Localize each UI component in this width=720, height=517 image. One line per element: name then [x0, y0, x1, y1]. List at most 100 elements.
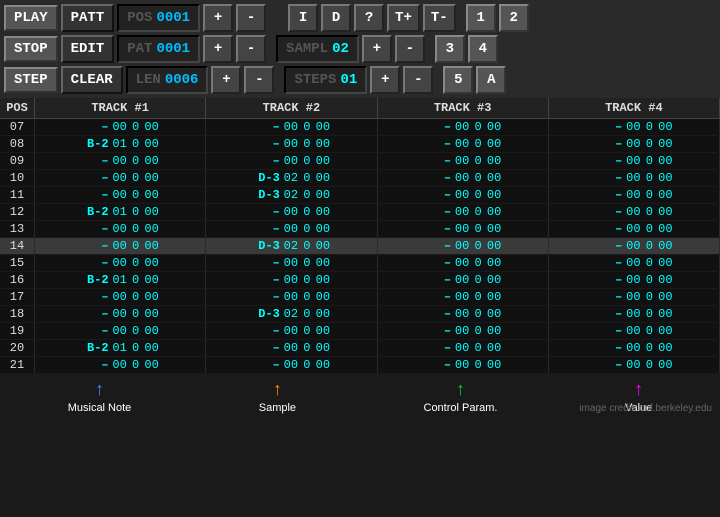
numa-button[interactable]: A	[476, 66, 506, 94]
track-cell-4[interactable]: –00000	[549, 272, 720, 288]
track-cell-2[interactable]: D-302000	[206, 306, 377, 322]
play-button[interactable]: PLAY	[4, 5, 58, 31]
track-cell-3[interactable]: –00000	[378, 187, 549, 203]
track-cell-4[interactable]: –00000	[549, 289, 720, 305]
table-row[interactable]: 12B-201000–00000–00000–00000	[0, 204, 720, 221]
track-cell-4[interactable]: –00000	[549, 255, 720, 271]
table-row[interactable]: 16B-201000–00000–00000–00000	[0, 272, 720, 289]
table-row[interactable]: 20B-201000–00000–00000–00000	[0, 340, 720, 357]
track-cell-3[interactable]: –00000	[378, 153, 549, 169]
table-row[interactable]: 14–00000D-302000–00000–00000	[0, 238, 720, 255]
track-cell-2[interactable]: –00000	[206, 289, 377, 305]
d-button[interactable]: D	[321, 4, 351, 32]
table-row[interactable]: 15–00000–00000–00000–00000	[0, 255, 720, 272]
track-cell-2[interactable]: –00000	[206, 119, 377, 135]
num1-button[interactable]: 1	[466, 4, 496, 32]
track-cell-1[interactable]: –00000	[35, 323, 206, 339]
table-row[interactable]: 08B-201000–00000–00000–00000	[0, 136, 720, 153]
track-cell-2[interactable]: –00000	[206, 255, 377, 271]
track-cell-4[interactable]: –00000	[549, 238, 720, 254]
track-cell-2[interactable]: –00000	[206, 340, 377, 356]
track-cell-3[interactable]: –00000	[378, 255, 549, 271]
pos-minus-button[interactable]: -	[236, 4, 266, 32]
track-cell-1[interactable]: –00000	[35, 221, 206, 237]
track-cell-3[interactable]: –00000	[378, 136, 549, 152]
track-cell-2[interactable]: –00000	[206, 357, 377, 373]
track-cell-3[interactable]: –00000	[378, 323, 549, 339]
track-cell-1[interactable]: –00000	[35, 153, 206, 169]
track-cell-4[interactable]: –00000	[549, 119, 720, 135]
track-cell-2[interactable]: –00000	[206, 204, 377, 220]
steps-plus-button[interactable]: +	[370, 66, 400, 94]
sampl-minus-button[interactable]: -	[395, 35, 425, 63]
track-cell-1[interactable]: –00000	[35, 255, 206, 271]
track-cell-4[interactable]: –00000	[549, 204, 720, 220]
track-cell-3[interactable]: –00000	[378, 306, 549, 322]
stop-button[interactable]: STOP	[4, 36, 58, 62]
track-cell-3[interactable]: –00000	[378, 340, 549, 356]
track-cell-3[interactable]: –00000	[378, 357, 549, 373]
track-cell-2[interactable]: D-302000	[206, 238, 377, 254]
num4-button[interactable]: 4	[468, 35, 498, 63]
table-row[interactable]: 11–00000D-302000–00000–00000	[0, 187, 720, 204]
track-cell-4[interactable]: –00000	[549, 187, 720, 203]
tminus-button[interactable]: T-	[423, 4, 456, 32]
tplus-button[interactable]: T+	[387, 4, 420, 32]
patt-button[interactable]: PATT	[61, 4, 115, 32]
sampl-plus-button[interactable]: +	[362, 35, 392, 63]
len-minus-button[interactable]: -	[244, 66, 274, 94]
step-button[interactable]: STEP	[4, 67, 58, 93]
pos-plus-button[interactable]: +	[203, 4, 233, 32]
track-cell-2[interactable]: D-302000	[206, 187, 377, 203]
track-cell-1[interactable]: –00000	[35, 289, 206, 305]
edit-button[interactable]: EDIT	[61, 35, 115, 63]
track-cell-1[interactable]: –00000	[35, 357, 206, 373]
track-cell-4[interactable]: –00000	[549, 306, 720, 322]
track-cell-4[interactable]: –00000	[549, 153, 720, 169]
track-cell-3[interactable]: –00000	[378, 119, 549, 135]
track-cell-1[interactable]: B-201000	[35, 204, 206, 220]
track-cell-1[interactable]: –00000	[35, 238, 206, 254]
track-cell-3[interactable]: –00000	[378, 272, 549, 288]
table-row[interactable]: 10–00000D-302000–00000–00000	[0, 170, 720, 187]
track-cell-4[interactable]: –00000	[549, 357, 720, 373]
track-cell-2[interactable]: –00000	[206, 323, 377, 339]
len-plus-button[interactable]: +	[211, 66, 241, 94]
table-row[interactable]: 17–00000–00000–00000–00000	[0, 289, 720, 306]
track-cell-1[interactable]: B-201000	[35, 340, 206, 356]
clear-button[interactable]: CLEAR	[61, 66, 123, 94]
track-cell-4[interactable]: –00000	[549, 136, 720, 152]
track-cell-4[interactable]: –00000	[549, 221, 720, 237]
track-cell-1[interactable]: –00000	[35, 187, 206, 203]
track-cell-2[interactable]: –00000	[206, 221, 377, 237]
pat-plus-button[interactable]: +	[203, 35, 233, 63]
num3-button[interactable]: 3	[435, 35, 465, 63]
track-cell-1[interactable]: B-201000	[35, 136, 206, 152]
track-cell-3[interactable]: –00000	[378, 238, 549, 254]
table-row[interactable]: 13–00000–00000–00000–00000	[0, 221, 720, 238]
num2-button[interactable]: 2	[499, 4, 529, 32]
pat-minus-button[interactable]: -	[236, 35, 266, 63]
track-cell-2[interactable]: –00000	[206, 153, 377, 169]
track-cell-2[interactable]: –00000	[206, 136, 377, 152]
steps-minus-button[interactable]: -	[403, 66, 433, 94]
table-row[interactable]: 21–00000–00000–00000–00000	[0, 357, 720, 374]
q-button[interactable]: ?	[354, 4, 384, 32]
track-cell-2[interactable]: –00000	[206, 272, 377, 288]
track-cell-1[interactable]: –00000	[35, 119, 206, 135]
track-cell-1[interactable]: –00000	[35, 170, 206, 186]
num5-button[interactable]: 5	[443, 66, 473, 94]
track-cell-1[interactable]: B-201000	[35, 272, 206, 288]
table-row[interactable]: 19–00000–00000–00000–00000	[0, 323, 720, 340]
track-cell-4[interactable]: –00000	[549, 323, 720, 339]
track-cell-3[interactable]: –00000	[378, 204, 549, 220]
track-cell-1[interactable]: –00000	[35, 306, 206, 322]
track-cell-2[interactable]: D-302000	[206, 170, 377, 186]
table-row[interactable]: 09–00000–00000–00000–00000	[0, 153, 720, 170]
table-row[interactable]: 07–00000–00000–00000–00000	[0, 119, 720, 136]
track-cell-3[interactable]: –00000	[378, 221, 549, 237]
track-cell-4[interactable]: –00000	[549, 340, 720, 356]
track-cell-3[interactable]: –00000	[378, 289, 549, 305]
table-row[interactable]: 18–00000D-302000–00000–00000	[0, 306, 720, 323]
track-cell-3[interactable]: –00000	[378, 170, 549, 186]
